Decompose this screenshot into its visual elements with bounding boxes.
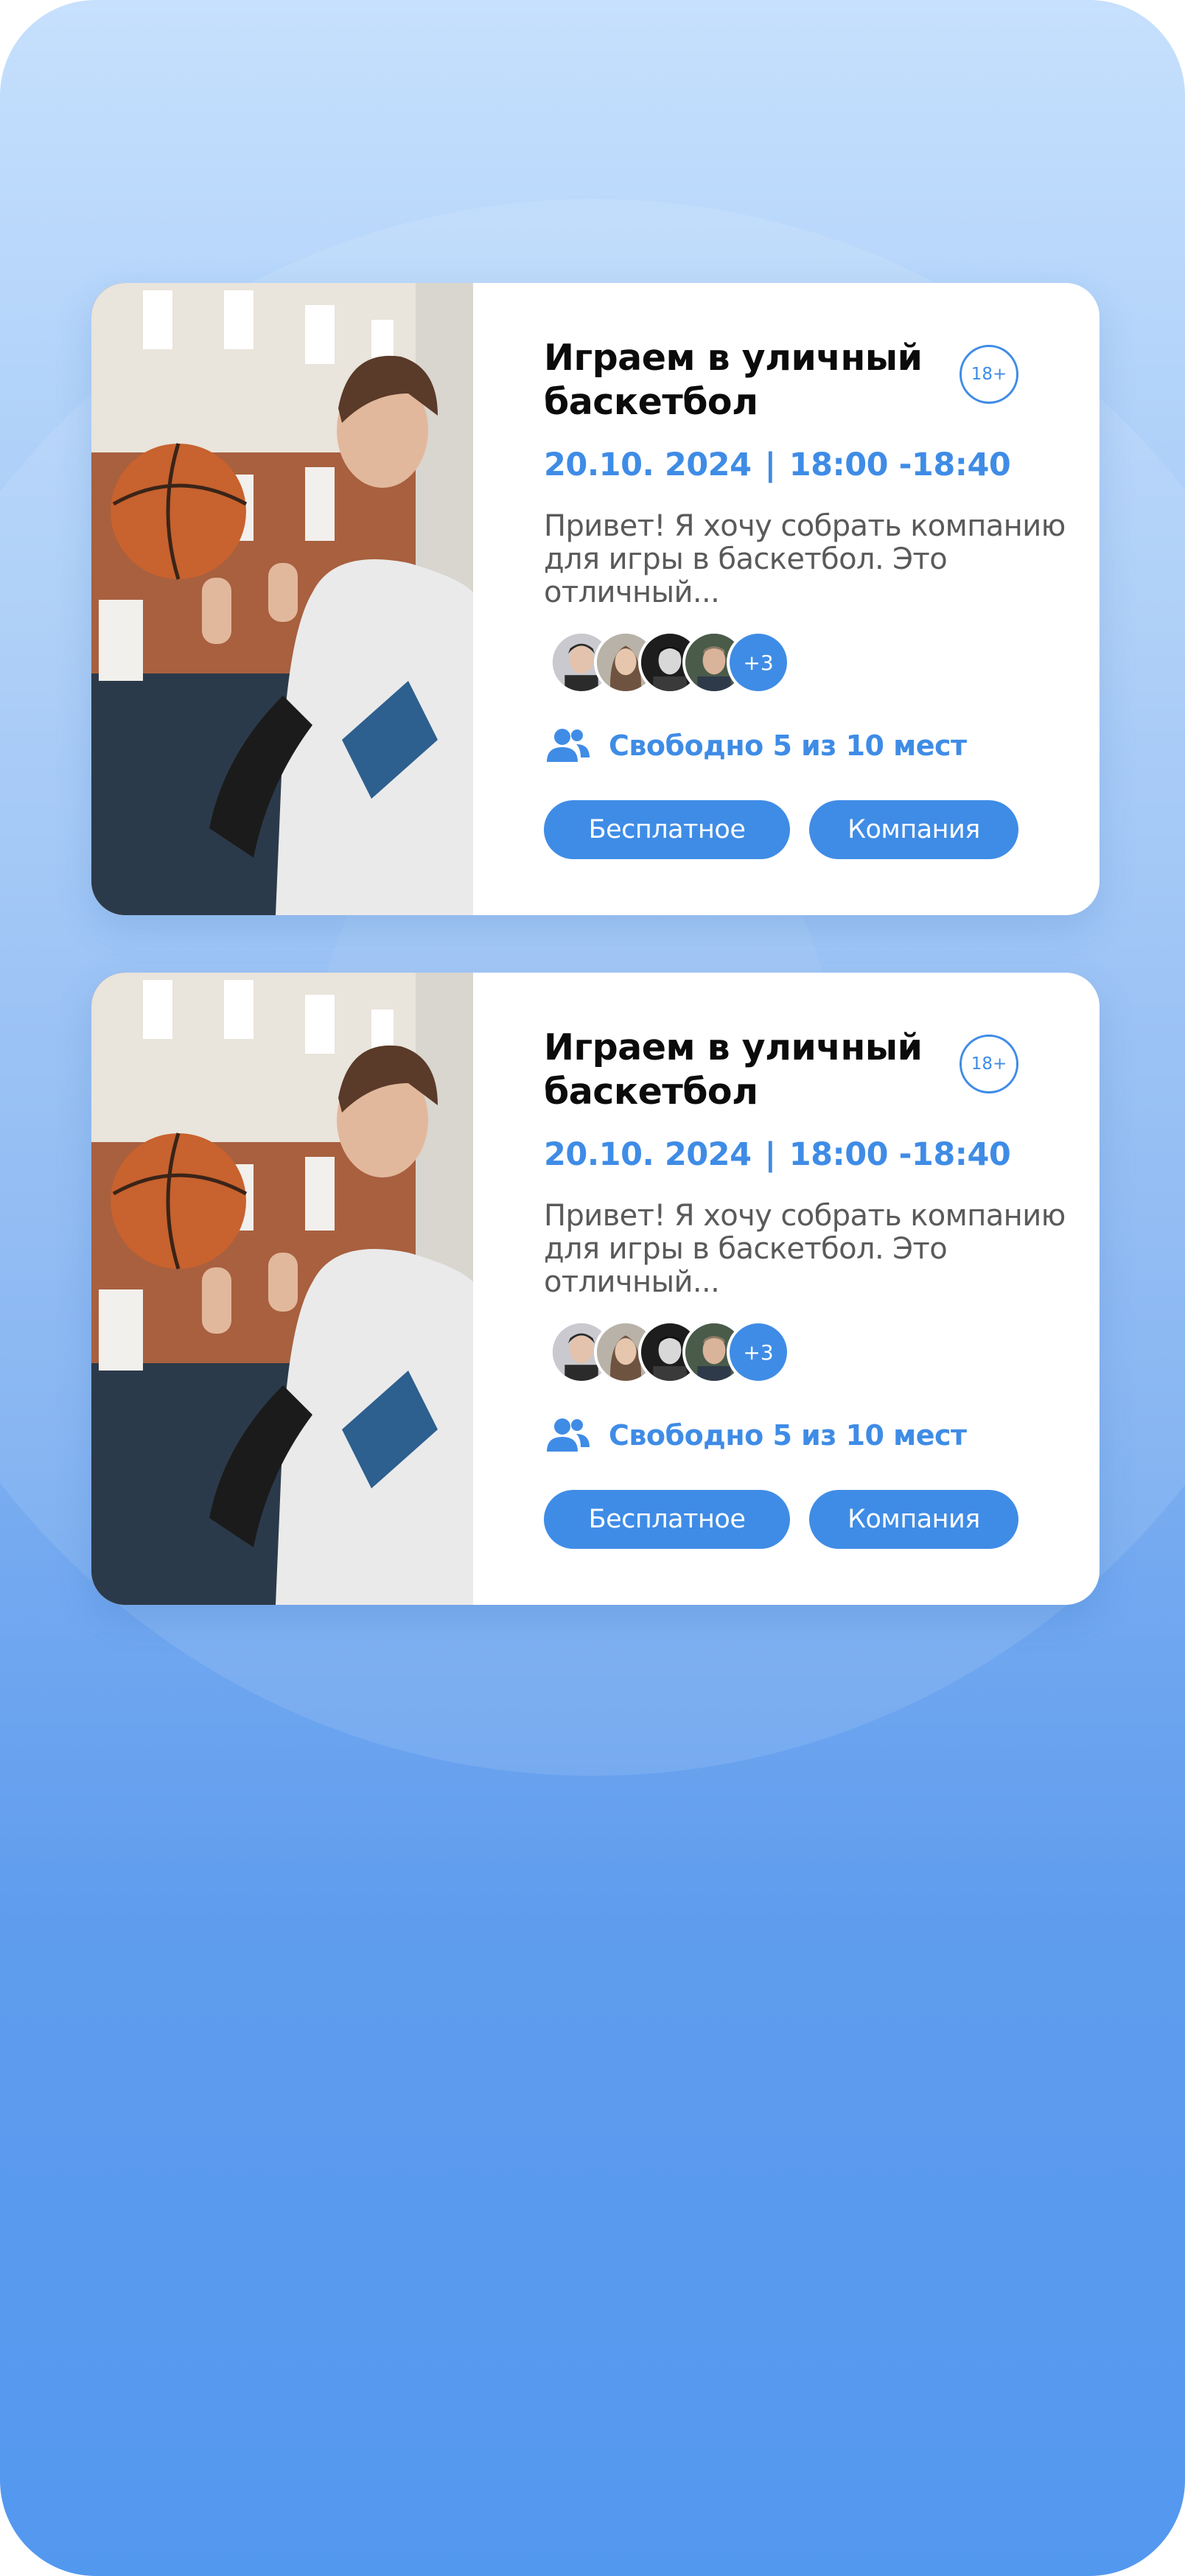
participants-more-badge[interactable]: +3 [727, 631, 790, 694]
seats-text: Свободно 5 из 10 мест [609, 1419, 967, 1452]
tag-free-button[interactable]: Бесплатное [544, 1490, 790, 1549]
seats-availability: Свободно 5 из 10 мест [544, 728, 967, 763]
participants-avatars[interactable]: +3 [550, 1320, 800, 1384]
event-photo [91, 283, 473, 915]
age-rating-badge: 18+ [959, 345, 1018, 404]
datetime-separator: | [764, 447, 777, 483]
event-time: 18:00 -18:40 [789, 447, 1011, 483]
seats-text: Свободно 5 из 10 мест [609, 729, 967, 762]
tag-company-button[interactable]: Компания [809, 800, 1018, 859]
event-date: 20.10. 2024 [544, 1136, 752, 1173]
seats-availability: Свободно 5 из 10 мест [544, 1418, 967, 1453]
event-title: Играем в уличный баскетбол [544, 337, 923, 423]
event-datetime: 20.10. 2024 | 18:00 -18:40 [544, 1136, 1011, 1173]
users-icon [547, 1418, 590, 1452]
participants-avatars[interactable]: +3 [550, 631, 800, 694]
event-tags: Бесплатное Компания [544, 1490, 1018, 1549]
event-date: 20.10. 2024 [544, 447, 752, 483]
event-datetime: 20.10. 2024 | 18:00 -18:40 [544, 447, 1011, 483]
participants-more-badge[interactable]: +3 [727, 1320, 790, 1384]
datetime-separator: | [764, 1136, 777, 1173]
event-description: Привет! Я хочу собрать компанию для игры… [544, 509, 1066, 609]
tag-company-button[interactable]: Компания [809, 1490, 1018, 1549]
event-card[interactable]: Играем в уличный баскетбол 18+ 20.10. 20… [91, 973, 1100, 1605]
event-content: Играем в уличный баскетбол 18+ 20.10. 20… [544, 973, 1089, 1605]
tag-free-button[interactable]: Бесплатное [544, 800, 790, 859]
screen: Играем в уличный баскетбол 18+ 20.10. 20… [0, 0, 1185, 2576]
event-card[interactable]: Играем в уличный баскетбол 18+ 20.10. 20… [91, 283, 1100, 915]
event-description: Привет! Я хочу собрать компанию для игры… [544, 1199, 1066, 1299]
event-title: Играем в уличный баскетбол [544, 1026, 923, 1113]
event-photo [91, 973, 473, 1605]
users-icon [547, 729, 590, 762]
age-rating-badge: 18+ [959, 1035, 1018, 1093]
event-tags: Бесплатное Компания [544, 800, 1018, 859]
event-time: 18:00 -18:40 [789, 1136, 1011, 1173]
event-content: Играем в уличный баскетбол 18+ 20.10. 20… [544, 283, 1089, 915]
